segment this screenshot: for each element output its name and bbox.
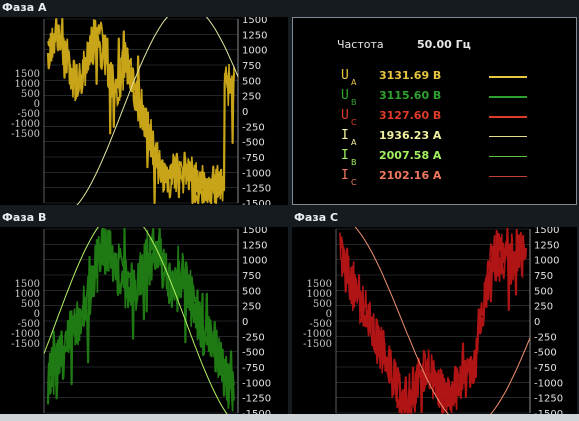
right-axis-tick: 1250: [534, 240, 559, 251]
right-axis-tick: 0: [242, 317, 248, 328]
right-axis-tick: 1000: [242, 256, 267, 267]
voltage-trace-jitter: [339, 231, 527, 414]
quantity-symbol: I: [341, 148, 349, 163]
measurement-value: 3131.69 В: [379, 69, 442, 82]
legend-line: [489, 96, 527, 98]
right-axis-tick: 500: [534, 286, 553, 297]
right-axis-tick: -1250: [242, 394, 271, 405]
right-axis-tick: 1500: [242, 227, 267, 236]
right-axis-tick: 1500: [534, 227, 559, 236]
right-axis-tick: 750: [534, 271, 553, 282]
right-axis-tick: -500: [242, 138, 265, 149]
quantity-symbol: U: [341, 68, 349, 83]
phase-a-oscilloscope[interactable]: 1500 1000 500 0 -500 -1000 -1500 1500 1250 1000 75…: [0, 17, 288, 205]
quantity-symbol: U: [341, 108, 349, 123]
right-axis-tick: 0: [242, 107, 248, 118]
legend-line: [489, 76, 527, 78]
right-axis-tick: -500: [534, 348, 557, 359]
right-axis-tick: 250: [242, 92, 261, 103]
right-axis-tick: 1250: [242, 30, 267, 41]
right-axis-tick: 1250: [242, 240, 267, 251]
status-bar: [0, 414, 579, 421]
left-axis-tick: -1500: [303, 339, 332, 350]
right-axis-tick: -750: [242, 153, 265, 164]
phase-subscript: C: [351, 118, 357, 127]
measurement-value: 3127.60 В: [379, 109, 442, 122]
phase-subscript: A: [351, 138, 357, 147]
frequency-label: Частота: [337, 38, 384, 51]
phase-subscript: C: [351, 178, 357, 187]
app-window: Фаза A 1500 1000 500 0 -500 -1000 -1500 1500 125…: [0, 0, 579, 421]
phase-subscript: A: [351, 78, 357, 87]
right-axis-tick: -1250: [242, 184, 271, 195]
measurement-value: 1936.23 А: [379, 129, 442, 142]
right-axis-tick: -250: [242, 332, 265, 343]
quantity-symbol: I: [341, 128, 349, 143]
legend-line: [489, 136, 527, 137]
right-axis-tick: -750: [242, 363, 265, 374]
right-axis-tick: 250: [242, 302, 261, 313]
right-axis-tick: 1500: [242, 17, 267, 26]
measurement-value: 2007.58 А: [379, 149, 442, 162]
left-axis-tick: -1500: [11, 129, 40, 140]
right-axis-tick: 1000: [534, 256, 559, 267]
phase-subscript: B: [351, 158, 357, 167]
right-axis-tick: -500: [242, 348, 265, 359]
right-axis-tick: 1000: [242, 46, 267, 57]
right-axis-tick: -1000: [242, 378, 271, 389]
frequency-value: 50.00 Гц: [417, 38, 471, 51]
right-axis-tick: -250: [242, 122, 265, 133]
measurements-panel: Частота 50.00 Гц U A 3131.69 В U B 3115.60 ВU…: [292, 17, 577, 205]
right-axis-tick: -1000: [534, 378, 563, 389]
right-axis-tick: -750: [534, 363, 557, 374]
measurement-value: 3115.60 В: [379, 89, 442, 102]
left-axis-tick: -1500: [11, 339, 40, 350]
legend-line: [489, 156, 527, 157]
phase-subscript: B: [351, 98, 357, 107]
phase-c-title: Фаза C: [294, 211, 339, 224]
right-axis-tick: 500: [242, 76, 261, 87]
quantity-symbol: U: [341, 88, 349, 103]
legend-line: [489, 176, 527, 177]
right-axis-tick: 750: [242, 61, 261, 72]
measurement-value: 2102.16 А: [379, 169, 442, 182]
phase-c-oscilloscope[interactable]: 1500 1000 500 0 -500 -1000 -1500 1500 1250 1000 75…: [292, 227, 577, 415]
phase-b-title: Фаза B: [2, 211, 47, 224]
right-axis-tick: -1250: [534, 394, 563, 405]
legend-line: [489, 116, 527, 118]
right-axis-tick: -1000: [242, 168, 271, 179]
right-axis-tick: -250: [534, 332, 557, 343]
phase-b-oscilloscope[interactable]: 1500 1000 500 0 -500 -1000 -1500 1500 1250 1000 75…: [0, 227, 288, 415]
quantity-symbol: I: [341, 168, 349, 183]
phase-a-title: Фаза A: [2, 1, 47, 14]
right-axis-tick: 750: [242, 271, 261, 282]
right-axis-tick: 0: [534, 317, 540, 328]
right-axis-tick: 250: [534, 302, 553, 313]
right-axis-tick: 500: [242, 286, 261, 297]
right-axis-tick: -1500: [242, 199, 271, 205]
